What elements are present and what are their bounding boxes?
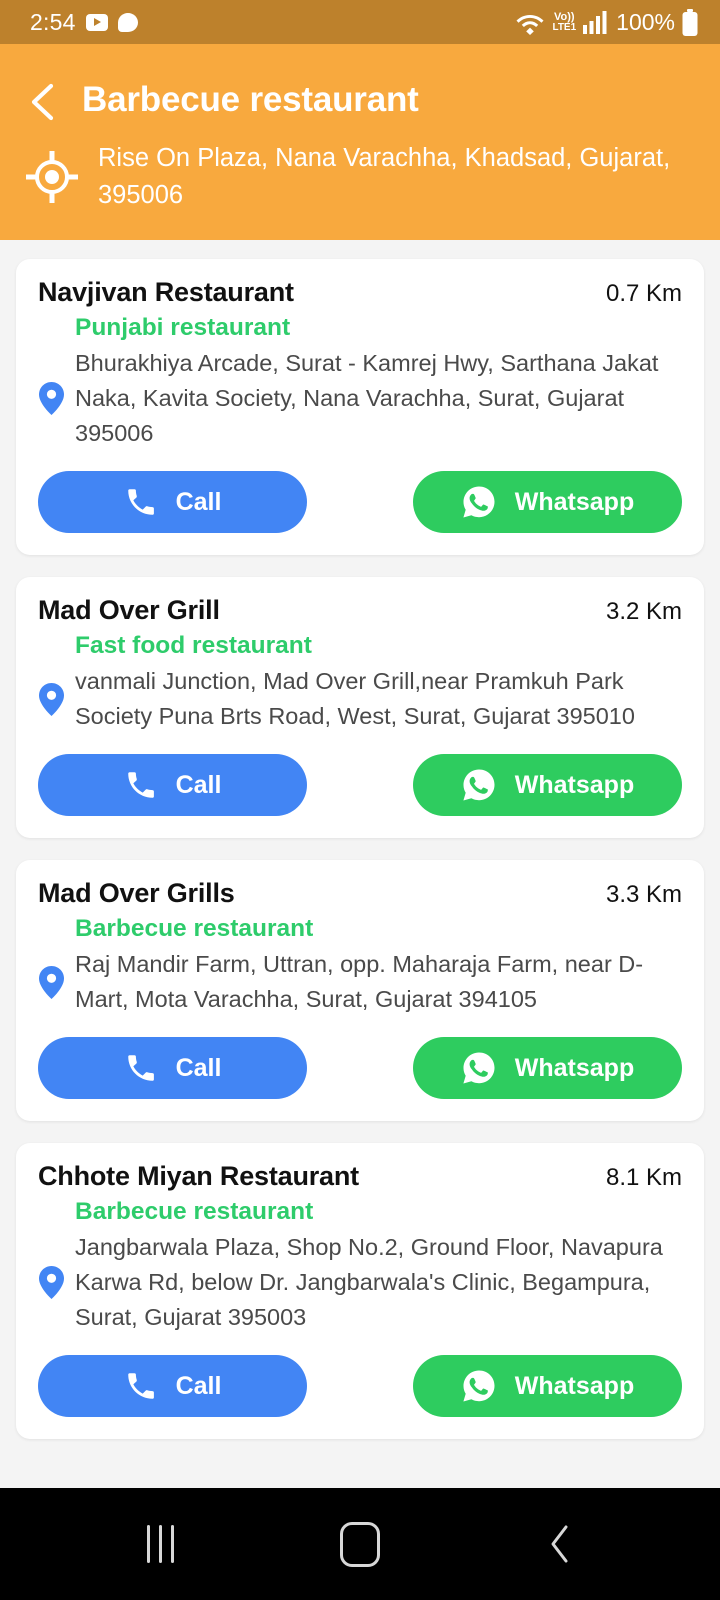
chat-bubble-icon [117, 12, 138, 32]
signal-bars-icon [583, 11, 607, 34]
map-pin-icon [38, 1266, 65, 1299]
call-button[interactable]: Call [38, 471, 307, 533]
call-button-label: Call [175, 487, 222, 516]
recents-button[interactable] [120, 1514, 200, 1574]
restaurant-address-row: Jangbarwala Plaza, Shop No.2, Ground Flo… [38, 1230, 682, 1335]
phone-icon [127, 1373, 154, 1399]
restaurant-address: vanmali Junction, Mad Over Grill,near Pr… [75, 668, 635, 729]
restaurant-category: Barbecue restaurant [75, 1198, 314, 1225]
whatsapp-icon [463, 1370, 495, 1402]
phone-icon [127, 489, 154, 515]
status-bar-right: Vo)) LTE1 100% [515, 8, 698, 36]
whatsapp-button-label: Whatsapp [514, 487, 635, 516]
whatsapp-button[interactable]: Whatsapp [413, 754, 682, 816]
whatsapp-button-label: Whatsapp [514, 770, 635, 799]
phone-icon [127, 1055, 154, 1081]
whatsapp-button[interactable]: Whatsapp [413, 1037, 682, 1099]
restaurant-distance: 3.2 Km [605, 598, 682, 625]
status-bar-clock: 2:54 [30, 8, 76, 35]
restaurant-address-row: Bhurakhiya Arcade, Surat - Kamrej Hwy, S… [38, 346, 682, 451]
app-screen: 2:54 Vo)) LTE1 100% Barbecue restaurant … [0, 0, 720, 1600]
status-bar: 2:54 Vo)) LTE1 100% [0, 0, 720, 44]
call-button-label: Call [175, 770, 222, 799]
chevron-left-icon [31, 83, 54, 121]
whatsapp-icon [463, 486, 495, 518]
call-button-label: Call [175, 1371, 222, 1400]
volte-icon: Vo)) LTE1 [552, 10, 577, 33]
card-action-row: Call Whatsapp [38, 754, 682, 816]
restaurant-distance: 3.3 Km [605, 881, 682, 908]
restaurant-category: Barbecue restaurant [75, 915, 314, 942]
back-icon [551, 1525, 568, 1563]
app-header: Barbecue restaurant Rise On Plaza, Nana … [0, 44, 720, 240]
restaurant-card[interactable]: Mad Over Grill 3.2 Km Fast food restaurant… [16, 577, 704, 838]
restaurant-name: Mad Over Grills [38, 878, 235, 908]
battery-percent-label: 100% [616, 8, 675, 35]
whatsapp-button-label: Whatsapp [514, 1053, 635, 1082]
card-action-row: Call Whatsapp [38, 1355, 682, 1417]
map-pin-icon [38, 682, 65, 716]
restaurant-address: Jangbarwala Plaza, Shop No.2, Ground Flo… [75, 1234, 663, 1330]
phone-icon [127, 772, 154, 798]
restaurant-address-row: vanmali Junction, Mad Over Grill,near Pr… [38, 664, 682, 734]
restaurant-name: Navjivan Restaurant [38, 277, 294, 307]
restaurant-list[interactable]: Navjivan Restaurant 0.7 Km Punjabi restaur… [0, 240, 720, 1488]
wifi-icon [516, 15, 544, 35]
map-pin-icon [38, 382, 65, 415]
restaurant-distance: 8.1 Km [605, 1164, 682, 1191]
card-action-row: Call Whatsapp [38, 1037, 682, 1099]
system-navigation-bar [0, 1488, 720, 1600]
whatsapp-icon [463, 1052, 495, 1084]
restaurant-distance: 0.7 Km [605, 280, 682, 307]
battery-icon [682, 8, 698, 36]
card-action-row: Call Whatsapp [38, 471, 682, 533]
map-pin-icon [38, 965, 65, 999]
restaurant-card[interactable]: Navjivan Restaurant 0.7 Km Punjabi restaur… [16, 259, 704, 555]
whatsapp-button[interactable]: Whatsapp [413, 471, 682, 533]
youtube-icon [85, 13, 108, 31]
card-header-row: Mad Over Grills 3.3 Km [38, 878, 682, 909]
card-header-row: Mad Over Grill 3.2 Km [38, 595, 682, 626]
restaurant-address-row: Raj Mandir Farm, Uttran, opp. Maharaja F… [38, 947, 682, 1017]
restaurant-category: Fast food restaurant [75, 632, 312, 659]
header-location-row: Rise On Plaza, Nana Varachha, Khadsad, G… [26, 140, 694, 214]
call-button[interactable]: Call [38, 1355, 307, 1417]
restaurant-address: Raj Mandir Farm, Uttran, opp. Maharaja F… [75, 951, 644, 1012]
whatsapp-button[interactable]: Whatsapp [413, 1355, 682, 1417]
restaurant-name: Mad Over Grill [38, 595, 220, 625]
call-button[interactable]: Call [38, 1037, 307, 1099]
header-top-row: Barbecue restaurant [26, 68, 694, 132]
card-header-row: Chhote Miyan Restaurant 8.1 Km [38, 1161, 682, 1192]
call-button-label: Call [175, 1053, 222, 1082]
recents-icon [146, 1525, 174, 1563]
header-address-label: Rise On Plaza, Nana Varachha, Khadsad, G… [98, 144, 671, 209]
home-icon [340, 1521, 380, 1567]
whatsapp-icon [463, 769, 495, 801]
restaurant-address: Bhurakhiya Arcade, Surat - Kamrej Hwy, S… [75, 350, 659, 446]
restaurant-card[interactable]: Mad Over Grills 3.3 Km Barbecue restaurant… [16, 860, 704, 1121]
system-back-button[interactable] [520, 1514, 600, 1574]
page-title: Barbecue restaurant [82, 80, 419, 119]
restaurant-card[interactable]: Chhote Miyan Restaurant 8.1 Km Barbecue re… [16, 1143, 704, 1439]
call-button[interactable]: Call [38, 754, 307, 816]
card-header-row: Navjivan Restaurant 0.7 Km [38, 277, 682, 308]
whatsapp-button-label: Whatsapp [514, 1371, 635, 1400]
gps-crosshair-icon [26, 151, 78, 203]
status-bar-left: 2:54 [30, 9, 138, 36]
back-button[interactable] [26, 80, 60, 121]
restaurant-category: Punjabi restaurant [75, 314, 291, 341]
restaurant-name: Chhote Miyan Restaurant [38, 1161, 359, 1191]
home-button[interactable] [320, 1514, 400, 1574]
